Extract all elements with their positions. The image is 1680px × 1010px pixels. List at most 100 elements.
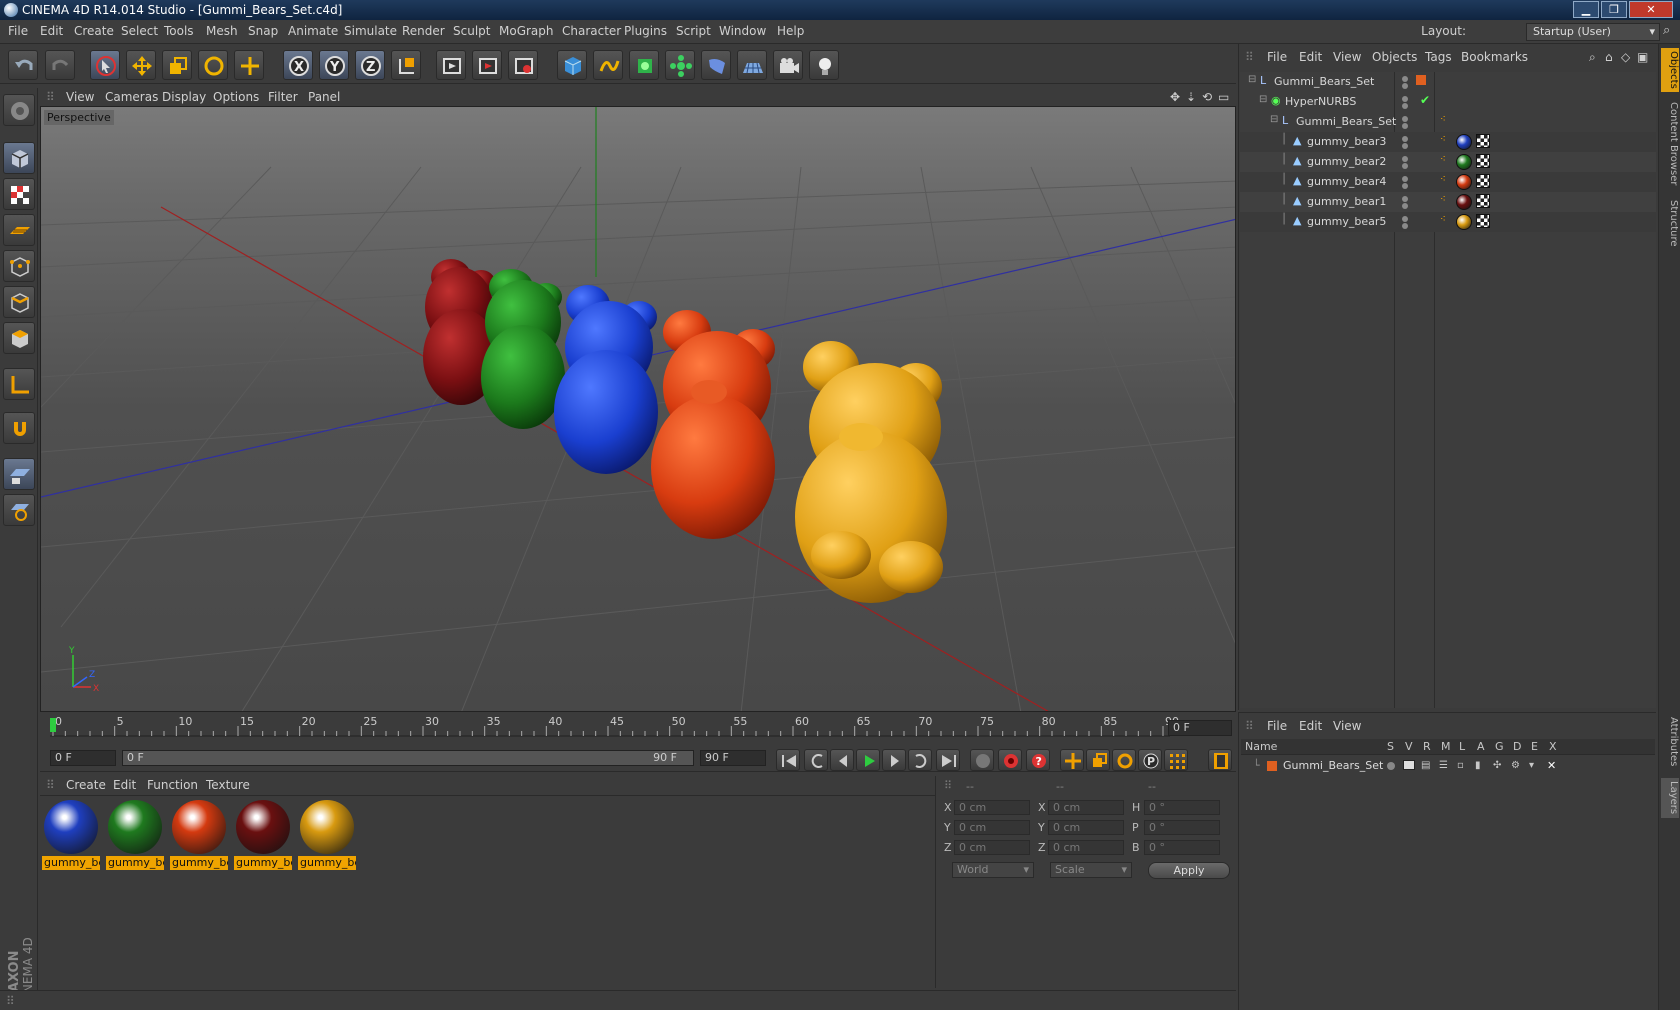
object-row[interactable]: ⊟ ◉ HyperNURBS ✔: [1240, 92, 1656, 112]
layer-column-animation[interactable]: A: [1477, 740, 1485, 753]
editor-visibility-dot-icon[interactable]: [1402, 196, 1408, 202]
gummy-bear4[interactable]: [651, 310, 775, 539]
dolly-view-icon[interactable]: ⇣: [1186, 90, 1196, 104]
render-visibility-dot-icon[interactable]: [1402, 203, 1408, 209]
layer-column-locked[interactable]: L: [1459, 740, 1465, 753]
3d-viewport[interactable]: Y X Z: [40, 106, 1236, 712]
gummy-bear3[interactable]: [554, 285, 658, 474]
camera-button[interactable]: [773, 50, 803, 80]
go-to-end-button[interactable]: [936, 749, 960, 771]
viewport-menu-cameras[interactable]: Cameras: [105, 90, 158, 104]
go-to-start-button[interactable]: [776, 749, 800, 771]
layer-color-swatch[interactable]: [1416, 75, 1426, 85]
render-visibility-dot-icon[interactable]: [1402, 163, 1408, 169]
animation-toggle-icon[interactable]: ▮: [1475, 760, 1481, 771]
render-visibility-dot-icon[interactable]: [1402, 123, 1408, 129]
expand-toggle-icon[interactable]: ⊟: [1270, 114, 1278, 125]
menu-plugins[interactable]: Plugins: [624, 24, 667, 38]
search-icon[interactable]: ⌕: [1663, 23, 1670, 38]
render-visibility-dot-icon[interactable]: [1402, 103, 1408, 109]
menu-help[interactable]: Help: [777, 24, 804, 38]
layer-name[interactable]: Gummi_Bears_Set: [1283, 759, 1383, 772]
object-menu-objects[interactable]: Objects: [1372, 50, 1417, 64]
nurbs-button[interactable]: [629, 50, 659, 80]
layer-column-xref[interactable]: X: [1549, 740, 1557, 753]
close-button[interactable]: ✕: [1629, 1, 1673, 18]
object-row[interactable]: │ ▲ gummy_bear5 ⁖: [1240, 212, 1656, 232]
layer-column-expressions[interactable]: E: [1531, 740, 1538, 753]
material-menu-function[interactable]: Function: [147, 778, 198, 792]
render-to-picture-viewer-button[interactable]: [472, 50, 502, 80]
manager-toggle-icon[interactable]: ☰: [1439, 760, 1448, 771]
editor-visibility-dot-icon[interactable]: [1402, 76, 1408, 82]
timeline-window-button[interactable]: [1208, 749, 1232, 771]
layer-color-swatch[interactable]: [1267, 761, 1277, 771]
menu-snap[interactable]: Snap: [248, 24, 278, 38]
phong-tag-icon[interactable]: ⁖: [1440, 154, 1446, 165]
object-name[interactable]: gummy_bear4: [1307, 175, 1386, 188]
layout-select[interactable]: Startup (User) ▾: [1526, 23, 1660, 41]
x-axis-lock-button[interactable]: X: [283, 50, 313, 80]
cube-object-button[interactable]: [557, 50, 587, 80]
object-menu-tags[interactable]: Tags: [1425, 50, 1452, 64]
timeline-ruler[interactable]: 051015202530354045505560657075808590 0 F: [40, 714, 1236, 744]
workplane-mode-button[interactable]: [3, 214, 35, 246]
layer-column-solo[interactable]: S: [1387, 740, 1394, 753]
play-forward-button[interactable]: [856, 749, 880, 771]
layer-row[interactable]: └ Gummi_Bears_Set ▤ ☰ ▫ ▮ ✣ ⚙ ▾ ✕: [1241, 757, 1655, 775]
layer-column-render[interactable]: R: [1423, 740, 1431, 753]
position-y-field[interactable]: 0 cm: [954, 820, 1030, 835]
select-tool-button[interactable]: [90, 50, 120, 80]
material-swatch[interactable]: gummy_be: [106, 798, 164, 870]
rotation-b-field[interactable]: 0 °: [1144, 840, 1220, 855]
xref-toggle-icon[interactable]: ✕: [1547, 759, 1556, 772]
material-swatch[interactable]: gummy_be: [170, 798, 228, 870]
object-row[interactable]: │ ▲ gummy_bear4 ⁖: [1240, 172, 1656, 192]
object-menu-bookmarks[interactable]: Bookmarks: [1461, 50, 1528, 64]
deformer-button[interactable]: [701, 50, 731, 80]
uvw-tag-icon[interactable]: [1476, 134, 1490, 148]
editor-visibility-dot-icon[interactable]: [1402, 156, 1408, 162]
object-row[interactable]: ⊟ L Gummi_Bears_Set: [1240, 72, 1656, 92]
lock-toggle-icon[interactable]: ▫: [1457, 760, 1464, 771]
floor-scene-button[interactable]: [737, 50, 767, 80]
record-position-button[interactable]: [970, 749, 994, 771]
toggle-view-icon[interactable]: ▭: [1218, 90, 1229, 104]
object-name[interactable]: gummy_bear5: [1307, 215, 1386, 228]
maximize-button[interactable]: ❐: [1601, 1, 1627, 18]
minimize-button[interactable]: ▁: [1573, 1, 1599, 18]
tab-attributes[interactable]: Attributes: [1661, 712, 1679, 772]
points-mode-button[interactable]: [3, 250, 35, 282]
polygons-mode-button[interactable]: [3, 322, 35, 354]
size-x-field[interactable]: 0 cm: [1048, 800, 1124, 815]
layer-menu-view[interactable]: View: [1333, 719, 1361, 733]
help-keyframe-button[interactable]: ?: [1026, 749, 1050, 771]
live-selection-button[interactable]: [234, 50, 264, 80]
end-frame-field[interactable]: 90 F: [700, 750, 766, 766]
menu-edit[interactable]: Edit: [40, 24, 63, 38]
expressions-toggle-icon[interactable]: ▾: [1529, 760, 1534, 771]
next-frame-button[interactable]: [882, 749, 906, 771]
phong-tag-icon[interactable]: ⁖: [1440, 134, 1446, 145]
layer-menu-file[interactable]: File: [1267, 719, 1287, 733]
undo-button[interactable]: [8, 50, 38, 80]
collapse-icon[interactable]: ◇: [1621, 50, 1630, 64]
object-name[interactable]: gummy_bear1: [1307, 195, 1386, 208]
layer-column-generators[interactable]: G: [1495, 740, 1504, 753]
material-tag-icon[interactable]: [1456, 154, 1472, 170]
phong-tag-icon[interactable]: ⁖: [1440, 194, 1446, 205]
layer-column-manager[interactable]: M: [1441, 740, 1451, 753]
material-swatch[interactable]: gummy_be: [42, 798, 100, 870]
editor-visibility-dot-icon[interactable]: [1402, 216, 1408, 222]
menu-tools[interactable]: Tools: [164, 24, 194, 38]
spline-pen-button[interactable]: [593, 50, 623, 80]
menu-mograph[interactable]: MoGraph: [499, 24, 554, 38]
size-z-field[interactable]: 0 cm: [1048, 840, 1124, 855]
object-menu-edit[interactable]: Edit: [1299, 50, 1322, 64]
solo-toggle-icon[interactable]: [1387, 762, 1395, 770]
rotation-h-field[interactable]: 0 °: [1144, 800, 1220, 815]
redo-button[interactable]: [45, 50, 75, 80]
enabled-check-icon[interactable]: ✔: [1420, 93, 1430, 107]
object-row[interactable]: │ ▲ gummy_bear3 ⁖: [1240, 132, 1656, 152]
gummy-bear2[interactable]: [481, 269, 565, 429]
